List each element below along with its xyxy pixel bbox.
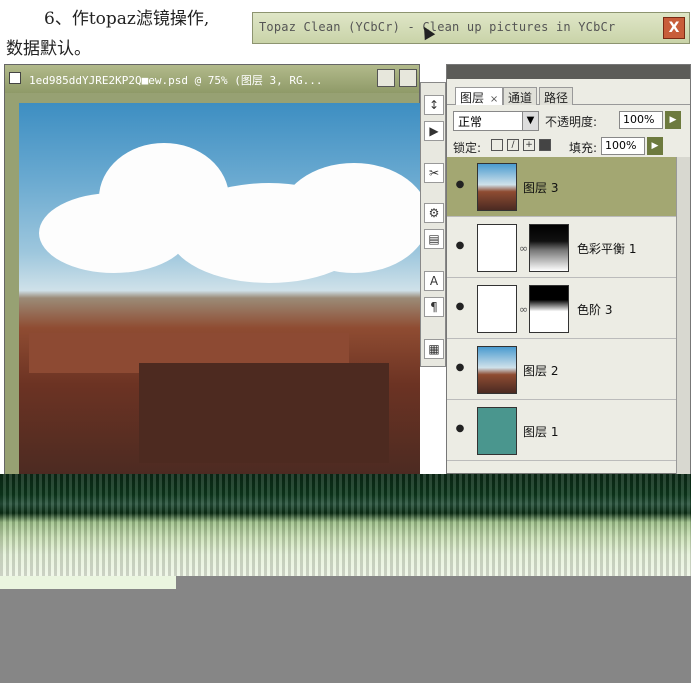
filter-dialog-title: Topaz Clean (YCbCr) - Clean up pictures … (259, 20, 616, 34)
panel-tabs: 图层 × 通道 路径 (447, 83, 690, 105)
lock-label: 锁定: (453, 141, 482, 155)
lock-all-icon[interactable] (539, 139, 551, 151)
tool-presets-icon[interactable]: ✂ (424, 163, 444, 183)
layer-mask-thumbnail (529, 285, 569, 333)
fill-input[interactable]: 100% (601, 137, 645, 155)
layer-name: 色彩平衡 1 (577, 242, 637, 256)
document-title: 1ed985ddYJRE2KP2Q■ew.psd @ 75% (图层 3, RG… (29, 74, 323, 87)
artifact-light-block (0, 576, 176, 590)
character-tool-icon[interactable]: A (424, 271, 444, 291)
minimize-button[interactable] (377, 69, 395, 87)
history-tool-icon[interactable]: ↕ (424, 95, 444, 115)
cliff-shape (139, 363, 389, 463)
layer-thumbnail (477, 163, 517, 211)
cloud-shape (39, 193, 189, 273)
lock-pixels-icon[interactable]: ∕ (507, 139, 519, 151)
lock-row: 锁定: ∕ + 填充: 100% ▶ (453, 137, 689, 157)
artifact-grey-area (0, 589, 691, 683)
layer-row[interactable]: ● 图层 1 (447, 401, 677, 461)
filter-dialog-titlebar[interactable]: Topaz Clean (YCbCr) - Clean up pictures … (252, 12, 690, 44)
tutorial-text: 6、作topaz滤镜操作, 数据默认。 (6, 4, 256, 64)
layer-mask-thumbnail (529, 224, 569, 272)
maximize-button[interactable] (399, 69, 417, 87)
layer-row[interactable]: ● ∞ 色彩平衡 1 (447, 218, 677, 278)
blend-mode-value: 正常 (458, 115, 483, 129)
opacity-label: 不透明度: (545, 115, 598, 129)
layer-row[interactable]: ● 图层 3 (447, 157, 677, 217)
brushes-tool-icon[interactable]: ⚙ (424, 203, 444, 223)
actions-tool-icon[interactable]: ▶ (424, 121, 444, 141)
eye-icon[interactable]: ● (453, 301, 467, 315)
layer-thumbnail (477, 346, 517, 394)
tab-paths[interactable]: 路径 (539, 87, 574, 105)
layer-name: 图层 1 (523, 425, 559, 439)
layers-panel: 图层 × 通道 路径 正常 ▼ 不透明度: 100% ▶ 锁定: ∕ + 填充:… (446, 64, 691, 475)
chevron-down-icon: ▼ (522, 112, 538, 130)
clone-source-icon[interactable]: ▤ (424, 229, 444, 249)
image-canvas[interactable] (19, 103, 420, 478)
link-chain-icon: ∞ (519, 242, 529, 255)
link-chain-icon: ∞ (519, 303, 529, 316)
document-window: 1ed985ddYJRE2KP2Q■ew.psd @ 75% (图层 3, RG… (4, 64, 420, 480)
blend-row: 正常 ▼ 不透明度: 100% ▶ (453, 111, 689, 131)
paragraph-tool-icon[interactable]: ¶ (424, 297, 444, 317)
eye-icon[interactable]: ● (453, 423, 467, 437)
layer-name: 图层 3 (523, 181, 559, 195)
tutorial-line-1: 6、作topaz滤镜操作, (44, 9, 210, 29)
panel-collapse-bar[interactable] (447, 65, 690, 79)
fill-slider-arrow-icon[interactable]: ▶ (647, 137, 663, 155)
layer-list-scrollbar[interactable] (676, 157, 690, 475)
tutorial-line-2: 数据默认。 (6, 39, 91, 59)
eye-icon[interactable]: ● (453, 240, 467, 254)
layer-thumbnail (477, 407, 517, 455)
layer-name: 色阶 3 (577, 303, 613, 317)
layer-row[interactable]: ● 图层 2 (447, 340, 677, 400)
adjustment-balance-icon (477, 224, 517, 272)
fill-label: 填充: (569, 141, 598, 155)
layer-row[interactable]: ● ∞ 色阶 3 (447, 279, 677, 339)
tab-channels[interactable]: 通道 (503, 87, 538, 105)
tool-strip: ↕ ▶ ✂ ⚙ ▤ A ¶ ▦ (420, 82, 446, 367)
opacity-slider-arrow-icon[interactable]: ▶ (665, 111, 681, 129)
artifact-grey-block (176, 576, 691, 590)
cloud-shape (279, 163, 420, 273)
layer-comps-icon[interactable]: ▦ (424, 339, 444, 359)
layer-list: ● 图层 3 ● ∞ 色彩平衡 1 ● ∞ 色阶 3 ● 图层 2 ● 图层 1 (447, 157, 677, 475)
eye-icon[interactable]: ● (453, 179, 467, 193)
opacity-input[interactable]: 100% (619, 111, 663, 129)
layer-name: 图层 2 (523, 364, 559, 378)
lock-position-icon[interactable]: + (523, 139, 535, 151)
tab-layers-label: 图层 (460, 91, 485, 105)
document-titlebar[interactable]: 1ed985ddYJRE2KP2Q■ew.psd @ 75% (图层 3, RG… (5, 65, 419, 93)
eye-icon[interactable]: ● (453, 362, 467, 376)
tab-layers[interactable]: 图层 × (455, 87, 504, 105)
document-icon (9, 72, 21, 84)
tab-close-icon[interactable]: × (490, 94, 498, 105)
close-button[interactable]: X (663, 17, 685, 39)
lock-transparency-icon[interactable] (491, 139, 503, 151)
adjustment-levels-icon (477, 285, 517, 333)
render-artifact-band (0, 474, 691, 589)
blend-mode-select[interactable]: 正常 ▼ (453, 111, 539, 131)
